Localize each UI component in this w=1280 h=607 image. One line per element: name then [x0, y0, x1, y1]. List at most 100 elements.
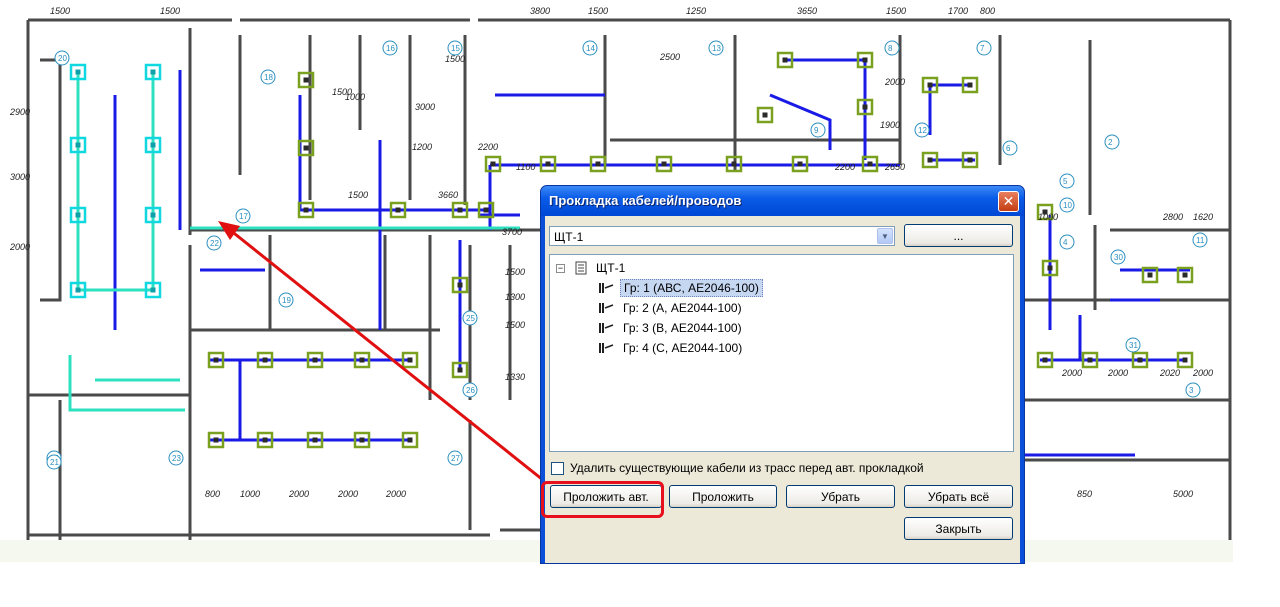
tree-group-1[interactable]: Гр: 1 (АВС, АЕ2046-100): [598, 279, 763, 297]
light-fixture-core: [731, 161, 737, 167]
close-button[interactable]: Закрыть: [904, 517, 1013, 540]
dropdown-arrow-icon[interactable]: ▼: [877, 228, 893, 244]
dimension-label: 2020: [1159, 368, 1180, 378]
breaker-icon: [599, 343, 614, 353]
room-number: 14: [586, 44, 595, 53]
close-button-label: Закрыть: [935, 521, 982, 536]
dimension-label: 1500: [50, 6, 70, 16]
tree-group-3[interactable]: Гр: 3 (В, АЕ2044-100): [598, 319, 745, 337]
dimension-label: 800: [980, 6, 995, 16]
delete-existing-checkbox[interactable]: [551, 461, 564, 475]
dimension-label: 2000: [288, 489, 309, 499]
light-fixture-core: [359, 437, 365, 443]
close-icon: ✕: [1002, 193, 1015, 210]
light-fixture-core: [490, 161, 496, 167]
cable-route: [769, 93, 832, 150]
dimension-label: 3000: [10, 172, 30, 182]
light-fixture-core: [457, 282, 463, 288]
dimension-label: 1620: [1193, 212, 1213, 222]
dialog-titlebar[interactable]: Прокладка кабелей/проводов ✕: [541, 186, 1024, 216]
delete-existing-option[interactable]: Удалить существующие кабели из трасс пер…: [551, 461, 924, 475]
browse-button[interactable]: ...: [904, 224, 1013, 247]
cable-route: [298, 95, 490, 212]
tree-group-2[interactable]: Гр: 2 (А, АЕ2044-100): [598, 299, 745, 317]
light-fixture-core: [395, 207, 401, 213]
remove-all-button[interactable]: Убрать всё: [904, 485, 1013, 508]
collapse-icon[interactable]: −: [556, 263, 565, 273]
dialog-title: Прокладка кабелей/проводов: [549, 193, 742, 208]
light-fixture-core: [483, 207, 489, 213]
group-tree[interactable]: − ЩТ-1 Гр: 1 (АВС, АЕ2046-100) Гр: 2 (А,…: [549, 254, 1014, 452]
tree-group-label: Гр: 1 (АВС, АЕ2046-100): [620, 279, 763, 297]
dimension-label: 1700: [948, 6, 968, 16]
light-fixture-core: [150, 69, 156, 75]
dimension-label: 3660: [438, 190, 458, 200]
wall-segment: [268, 235, 432, 400]
light-fixture-core: [312, 357, 318, 363]
light-fixture-core: [359, 357, 365, 363]
light-fixture-core: [927, 157, 933, 163]
highlighted-cable-route: [68, 355, 185, 412]
light-fixture-core: [967, 82, 973, 88]
dimension-label: 1500: [505, 320, 525, 330]
light-fixture-core: [457, 367, 463, 373]
room-number: 26: [466, 386, 475, 395]
tree-root[interactable]: − ЩТ-1: [556, 259, 628, 277]
breaker-icon: [599, 303, 614, 313]
light-fixture-core: [1087, 357, 1093, 363]
dimension-label: 5000: [1173, 489, 1193, 499]
room-number: 19: [282, 296, 291, 305]
light-fixture-core: [75, 287, 81, 293]
dimension-label: 1000: [345, 92, 365, 102]
light-fixture-core: [407, 437, 413, 443]
room-number: 2: [1108, 138, 1113, 147]
room-number: 4: [1063, 238, 1068, 247]
light-fixture-core: [303, 77, 309, 83]
light-fixture-core: [545, 161, 551, 167]
dimension-label: 1330: [505, 372, 525, 382]
dimension-label: 1000: [240, 489, 260, 499]
light-fixture-core: [782, 57, 788, 63]
dimension-label: 3700: [502, 227, 522, 237]
dimension-label: 2000: [1061, 368, 1082, 378]
dimension-label: 1500: [348, 190, 368, 200]
light-fixture-core: [595, 161, 601, 167]
dimension-label: 1200: [412, 142, 432, 152]
room-number: 22: [210, 239, 219, 248]
wall-segment: [408, 35, 607, 205]
room-number: 16: [386, 44, 395, 53]
light-fixture-core: [303, 207, 309, 213]
light-fixture-core: [303, 145, 309, 151]
light-fixture-core: [797, 161, 803, 167]
breaker-icon: [599, 323, 614, 333]
dimension-label: 1500: [588, 6, 608, 16]
lay-button[interactable]: Проложить: [669, 485, 777, 508]
room-number: 9: [814, 126, 819, 135]
panel-select[interactable]: ЩТ-1 ▼: [549, 226, 895, 246]
dimension-label: 800: [205, 489, 220, 499]
light-fixture-core: [75, 142, 81, 148]
remove-button[interactable]: Убрать: [786, 485, 895, 508]
light-fixture-core: [457, 207, 463, 213]
room-number: 6: [1006, 144, 1011, 153]
light-fixture-core: [862, 104, 868, 110]
light-fixture-core: [75, 69, 81, 75]
room-number: 31: [1129, 341, 1138, 350]
room-number: 5: [1063, 177, 1068, 186]
tree-group-4[interactable]: Гр: 4 (С, АЕ2044-100): [598, 339, 745, 357]
light-fixture-core: [1182, 272, 1188, 278]
dimension-label: 1500: [505, 267, 525, 277]
dimension-label: 2000: [1107, 368, 1128, 378]
light-fixture-core: [312, 437, 318, 443]
dimension-label: 1300: [505, 292, 525, 302]
dimension-label: 1100: [516, 162, 535, 172]
room-number: 30: [1114, 253, 1123, 262]
room-number: 7: [980, 44, 985, 53]
light-fixture-core: [967, 157, 973, 163]
dimension-label: 2900: [9, 107, 30, 117]
room-number: 13: [712, 44, 721, 53]
dimension-label: 2200: [834, 162, 855, 172]
room-number: 8: [888, 44, 893, 53]
close-window-button[interactable]: ✕: [998, 191, 1019, 212]
light-fixture-core: [661, 161, 667, 167]
